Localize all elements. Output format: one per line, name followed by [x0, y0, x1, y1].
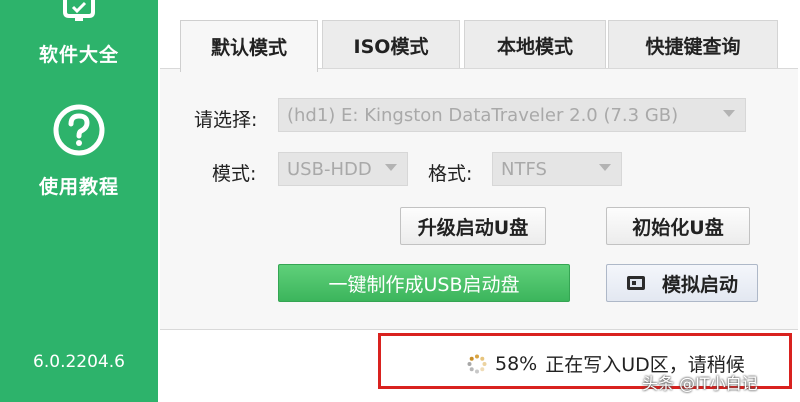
- chevron-down-icon: [385, 164, 397, 171]
- sidebar-item-label: 软件大全: [38, 44, 119, 66]
- upgrade-usb-button[interactable]: 升级启动U盘: [400, 207, 546, 245]
- tab-content: 请选择: (hd1) E: Kingston DataTraveler 2.0 …: [160, 68, 798, 330]
- progress-percent: 58%: [495, 352, 538, 375]
- tab-default-mode[interactable]: 默认模式: [180, 20, 318, 72]
- tab-label: 快捷键查询: [645, 36, 741, 58]
- sidebar-item-tutorial[interactable]: 使用教程: [0, 104, 158, 204]
- tab-iso-mode[interactable]: ISO模式: [322, 20, 460, 70]
- tab-label: 默认模式: [210, 37, 287, 59]
- sidebar: 软件大全 使用教程 6.0.2204.6: [0, 0, 158, 402]
- format-select[interactable]: NTFS: [492, 152, 622, 186]
- tab-label: 本地模式: [496, 36, 573, 58]
- mode-select-value: USB-HDD: [287, 158, 372, 180]
- device-select[interactable]: (hd1) E: Kingston DataTraveler 2.0 (7.3 …: [278, 98, 746, 132]
- format-select-value: NTFS: [501, 158, 547, 180]
- simulate-boot-button[interactable]: 模拟启动: [606, 264, 758, 302]
- create-boot-usb-button[interactable]: 一键制作成USB启动盘: [278, 264, 570, 302]
- sidebar-item-label: 使用教程: [38, 176, 119, 198]
- mode-select[interactable]: USB-HDD: [278, 152, 408, 186]
- format-label: 格式:: [428, 163, 473, 185]
- initialize-usb-button[interactable]: 初始化U盘: [606, 207, 750, 245]
- mode-label: 模式:: [212, 163, 257, 185]
- simulate-window-icon: [626, 276, 645, 290]
- chevron-down-icon: [723, 110, 735, 117]
- tab-label: ISO模式: [353, 36, 429, 58]
- help-circle-icon: [53, 104, 105, 156]
- device-select-value: (hd1) E: Kingston DataTraveler 2.0 (7.3 …: [287, 104, 679, 126]
- monitor-icon: [63, 0, 95, 21]
- loading-spinner-icon: [467, 354, 487, 373]
- simulate-boot-label: 模拟启动: [661, 273, 738, 296]
- chevron-down-icon: [599, 164, 611, 171]
- watermark: 头条 @IT小白记: [642, 374, 758, 393]
- sidebar-item-software[interactable]: 软件大全: [0, 0, 158, 70]
- device-select-label: 请选择:: [194, 109, 258, 131]
- tab-local-mode[interactable]: 本地模式: [464, 20, 606, 70]
- tab-shortcut-query[interactable]: 快捷键查询: [608, 20, 778, 70]
- version-label: 6.0.2204.6: [33, 352, 125, 372]
